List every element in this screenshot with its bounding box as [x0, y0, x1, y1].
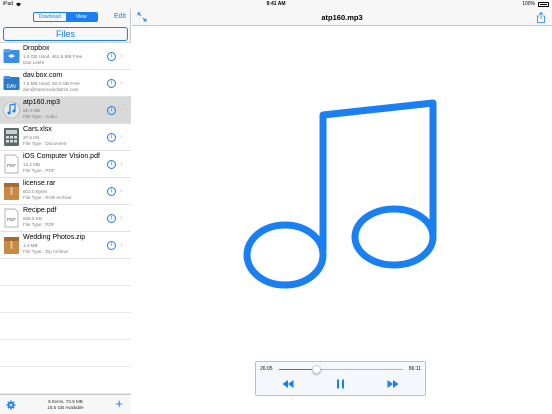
archive-file-icon — [3, 235, 20, 255]
dropbox-folder-icon — [3, 46, 20, 66]
edit-button[interactable]: Edit — [114, 12, 126, 22]
file-list-item[interactable]: PDF iOS Computer Vision.pdf 12.2 MB File Ty… — [0, 151, 131, 178]
file-list-item[interactable]: PDF Recipe.pdf 948.5 KB File Type : PDF i › — [0, 205, 131, 232]
share-icon[interactable] — [536, 12, 546, 23]
sidebar-toolbar: 8 Items, 73.9 MB 18.5 GB Available + — [0, 394, 131, 414]
file-list-item[interactable]: Dropbox 1.8 GB Used, 461.6 MB Free Dan Lee… — [0, 43, 131, 70]
file-list-item[interactable]: Wedding Photos.zip 1.4 MB File Type : Zip … — [0, 232, 131, 259]
fast-forward-icon[interactable] — [387, 379, 399, 389]
archive-file-icon — [3, 181, 20, 201]
pdf-file-icon: PDF — [3, 208, 20, 228]
empty-row-separator — [0, 366, 131, 367]
rewind-icon[interactable] — [282, 379, 294, 389]
info-icon[interactable]: i — [107, 106, 116, 115]
file-name: Dropbox — [23, 45, 50, 52]
chevron-right-icon: › — [120, 213, 123, 222]
audio-player: 26:05 86:11 — [255, 361, 426, 396]
progress-fill — [279, 369, 317, 370]
total-time: 86:11 — [408, 366, 421, 372]
file-detail-secondary: File Type : Document — [23, 141, 67, 146]
sidebar: Download View Edit Files Dropbox 1.8 GB U… — [0, 0, 131, 414]
page-title: atp160.mp3 — [321, 13, 363, 22]
empty-row-separator — [0, 285, 131, 286]
battery-percent: 100% — [522, 1, 535, 7]
info-icon[interactable]: i — [107, 160, 116, 169]
available-space-text: 18.5 GB Available — [47, 405, 84, 410]
svg-text:PDF: PDF — [7, 163, 16, 168]
file-detail-secondary: File Type : RAR Archive — [23, 195, 72, 200]
segment-view[interactable]: View — [65, 13, 97, 21]
chevron-right-icon: › — [120, 78, 123, 87]
chevron-right-icon: › — [120, 105, 123, 114]
info-icon[interactable]: i — [107, 214, 116, 223]
pdf-file-icon: PDF — [3, 154, 20, 174]
file-list-item[interactable]: DAV dav.box.com 7.5 MB Used, 50.0 GB Free d… — [0, 70, 131, 97]
progress-thumb[interactable] — [311, 365, 321, 374]
music-note-icon — [243, 99, 437, 289]
file-name: license.rar — [23, 180, 56, 187]
info-icon[interactable]: i — [107, 133, 116, 142]
file-detail-secondary: Dan Leehr — [23, 60, 45, 65]
status-right: 100% — [522, 0, 549, 9]
chevron-right-icon: › — [120, 186, 123, 195]
chevron-right-icon: › — [120, 159, 123, 168]
app-window: iPad 9:41 AM 100% Download View Edit Fil… — [0, 0, 552, 414]
audio-file-icon — [3, 100, 20, 120]
storage-summary: 8 Items, 73.9 MB 18.5 GB Available — [25, 399, 106, 411]
chevron-right-icon: › — [120, 240, 123, 249]
file-name: Cars.xlsx — [23, 126, 52, 133]
progress-slider[interactable] — [279, 365, 403, 374]
svg-text:DAV: DAV — [7, 84, 18, 90]
file-detail-secondary: dan@hammockdistrict.com — [23, 87, 79, 92]
info-icon[interactable]: i — [107, 79, 116, 88]
sidebar-navbar: Download View Edit — [0, 9, 131, 26]
file-detail-secondary: File Type : Zip Archive — [23, 249, 69, 254]
segment-download[interactable]: Download — [34, 13, 66, 21]
main-navbar: atp160.mp3 — [132, 9, 552, 26]
info-icon[interactable]: i — [107, 241, 116, 250]
gear-icon[interactable] — [6, 400, 16, 410]
file-name: Recipe.pdf — [23, 207, 57, 214]
battery-icon — [538, 2, 549, 7]
empty-row-separator — [0, 339, 131, 340]
file-list: Dropbox 1.8 GB Used, 461.6 MB Free Dan Lee… — [0, 42, 131, 394]
files-button[interactable]: Files — [3, 27, 128, 41]
file-list-item[interactable]: atp160.mp3 59.3 MB File Type : Audio i › — [0, 97, 131, 124]
webdav-server-icon: DAV — [3, 73, 20, 93]
add-button[interactable]: + — [115, 396, 123, 412]
pause-icon[interactable] — [336, 379, 345, 389]
status-time: 9:41 AM — [266, 1, 286, 7]
chevron-right-icon: › — [120, 132, 123, 141]
file-detail-secondary: File Type : PDF — [23, 222, 55, 227]
status-bar: iPad 9:41 AM 100% — [0, 0, 552, 9]
file-name: Wedding Photos.zip — [23, 234, 86, 241]
file-name: dav.box.com — [23, 72, 63, 79]
empty-row-separator — [0, 312, 131, 313]
chevron-right-icon: › — [120, 51, 123, 60]
file-list-item[interactable]: license.rar 602.0 Bytes File Type : RAR Ar… — [0, 178, 131, 205]
file-name: iOS Computer Vision.pdf — [23, 153, 100, 160]
elapsed-time: 26:05 — [260, 366, 273, 372]
spreadsheet-file-icon — [3, 127, 20, 147]
info-icon[interactable]: i — [107, 52, 116, 61]
svg-text:PDF: PDF — [7, 217, 16, 222]
file-detail-secondary: File Type : Audio — [23, 114, 57, 119]
file-name: atp160.mp3 — [23, 99, 60, 106]
file-list-item[interactable]: Cars.xlsx 37.6 KB File Type : Document i › — [0, 124, 131, 151]
file-detail-secondary: File Type : PDF — [23, 168, 55, 173]
mode-segmented-control: Download View — [33, 12, 98, 22]
info-icon[interactable]: i — [107, 187, 116, 196]
